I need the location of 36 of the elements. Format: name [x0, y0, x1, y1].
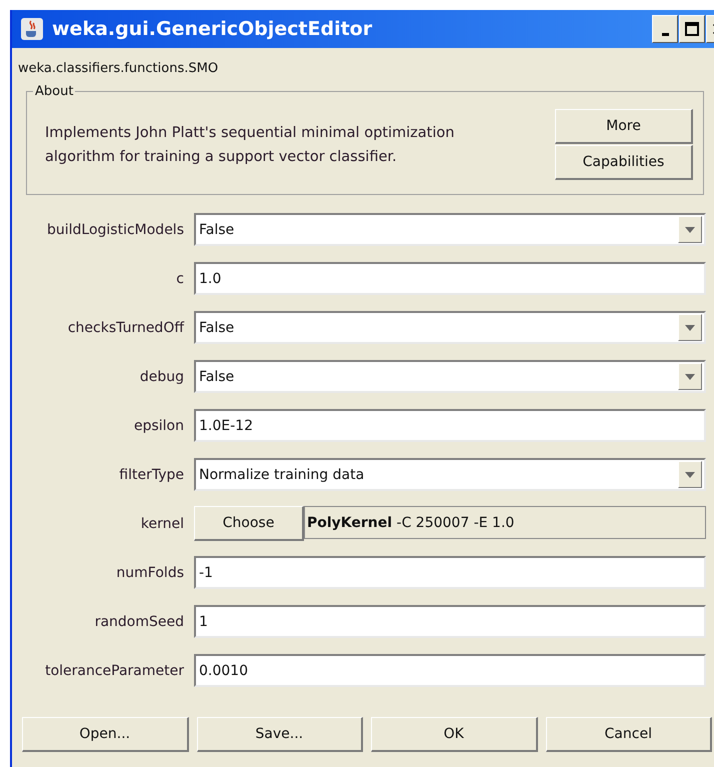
dialog-button[interactable]: OK: [371, 717, 538, 752]
property-label: randomSeed: [94, 614, 184, 630]
window-title: weka.gui.GenericObjectEditor: [52, 18, 374, 40]
property-label: debug: [138, 368, 184, 384]
input-field[interactable]: 0.0010: [194, 654, 706, 687]
property-label: epsilon: [132, 418, 184, 434]
about-button[interactable]: Capabilities: [555, 145, 693, 180]
about-button[interactable]: More: [555, 109, 693, 144]
minimize-button[interactable]: [652, 15, 678, 43]
dropdown-field[interactable]: False: [194, 213, 706, 246]
dropdown-field[interactable]: False: [194, 311, 706, 344]
input-field[interactable]: -1: [194, 556, 706, 589]
dialog-button[interactable]: Cancel: [546, 717, 712, 752]
dialog-button[interactable]: Save...: [196, 717, 363, 752]
property-label: toleranceParameter: [44, 662, 184, 678]
about-text: Implements John Platt's sequential minimal optimization algorithm for training a support vector classifier.: [45, 124, 456, 166]
about-legend: About: [33, 84, 76, 99]
property-label: c: [175, 270, 184, 286]
property-label: numFolds: [115, 564, 184, 580]
class-name: weka.classifiers.functions.SMO: [18, 60, 220, 78]
dialog-button[interactable]: Open...: [22, 717, 188, 752]
minimize-icon: [662, 32, 668, 36]
input-field[interactable]: 1.0E-12: [194, 409, 706, 442]
property-label: kernel: [140, 516, 184, 532]
input-field[interactable]: 1: [194, 605, 706, 638]
property-label: filterType: [118, 466, 184, 482]
dropdown-field[interactable]: Normalize training data: [194, 458, 706, 491]
property-label: buildLogisticModels: [46, 222, 184, 238]
maximize-button[interactable]: [679, 15, 705, 43]
coffee-cup-icon: [20, 17, 44, 41]
maximize-icon: [685, 22, 699, 36]
input-field[interactable]: 1.0: [194, 262, 706, 295]
kernel-value: PolyKernel -C 250007 -E 1.0: [304, 506, 706, 539]
choose-button[interactable]: Choose: [194, 506, 304, 541]
property-label: checksTurnedOff: [66, 320, 184, 336]
dropdown-field[interactable]: False: [194, 360, 706, 393]
